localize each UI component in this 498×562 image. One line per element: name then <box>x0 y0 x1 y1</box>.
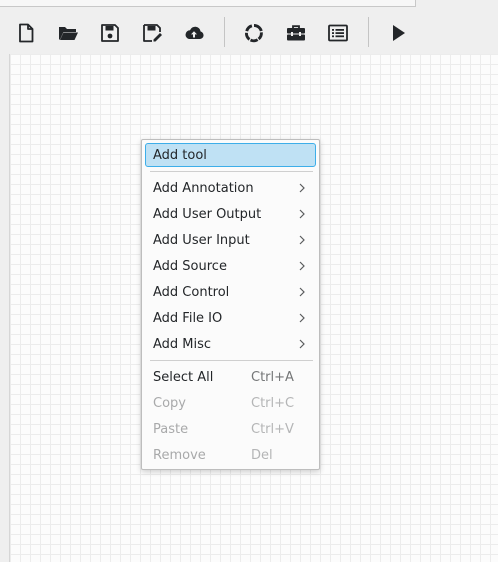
upload-button[interactable] <box>182 21 206 45</box>
tab-edge <box>0 0 416 7</box>
menu-item-label: Add User Output <box>153 206 262 222</box>
menu-item-add-file-io[interactable]: Add File IO <box>145 306 316 330</box>
menu-item-add-tool[interactable]: Add tool <box>145 143 316 167</box>
save-as-button[interactable] <box>140 21 164 45</box>
chevron-right-icon <box>299 287 305 297</box>
menu-item-label: Copy <box>153 395 186 411</box>
menu-item-remove[interactable]: Remove Del <box>145 443 316 467</box>
menu-item-add-control[interactable]: Add Control <box>145 280 316 304</box>
cloud-upload-icon <box>185 26 204 39</box>
menu-item-shortcut: Ctrl+A <box>251 369 294 385</box>
menu-item-shortcut: Ctrl+V <box>251 421 294 437</box>
menu-item-label: Add Control <box>153 284 230 300</box>
menu-item-select-all[interactable]: Select All Ctrl+A <box>145 365 316 389</box>
run-icon <box>393 25 405 41</box>
menu-item-paste[interactable]: Paste Ctrl+V <box>145 417 316 441</box>
menu-item-shortcut: Ctrl+C <box>251 395 295 411</box>
save-button[interactable] <box>98 21 122 45</box>
menu-separator <box>150 171 313 172</box>
chevron-right-icon <box>299 209 305 219</box>
list-icon <box>328 24 348 42</box>
chevron-right-icon <box>299 313 305 323</box>
chevron-right-icon <box>299 235 305 245</box>
menu-item-label: Select All <box>153 369 214 385</box>
chevron-right-icon <box>299 183 305 193</box>
menu-item-add-misc[interactable]: Add Misc <box>145 332 316 356</box>
menu-item-label: Paste <box>153 421 189 437</box>
menu-item-label: Add Misc <box>153 336 212 352</box>
loading-spinner-icon <box>244 23 263 43</box>
menu-item-label: Remove <box>153 447 206 463</box>
toolbox-button[interactable] <box>284 21 308 45</box>
chevron-right-icon <box>299 339 305 349</box>
menu-item-shortcut: Del <box>251 447 273 463</box>
menu-item-label: Add Source <box>153 258 227 274</box>
open-button[interactable] <box>56 21 80 45</box>
tab-strip <box>0 0 498 9</box>
menu-item-add-user-output[interactable]: Add User Output <box>145 202 316 226</box>
menu-item-add-annotation[interactable]: Add Annotation <box>145 176 316 200</box>
list-button[interactable] <box>326 21 350 45</box>
menu-item-add-user-input[interactable]: Add User Input <box>145 228 316 252</box>
new-file-icon <box>19 23 34 43</box>
save-as-icon <box>143 24 162 42</box>
progress-button[interactable] <box>242 21 266 45</box>
run-button[interactable] <box>386 21 410 45</box>
menu-item-add-source[interactable]: Add Source <box>145 254 316 278</box>
toolbar-separator <box>368 17 369 47</box>
save-icon <box>101 24 119 42</box>
menu-item-label: Add tool <box>153 147 207 163</box>
toolbar-separator <box>224 17 225 47</box>
menu-item-copy[interactable]: Copy Ctrl+C <box>145 391 316 415</box>
toolbar <box>0 9 498 54</box>
menu-item-label: Add User Input <box>153 232 250 248</box>
chevron-right-icon <box>299 261 305 271</box>
toolbox-icon <box>287 25 305 41</box>
menu-item-label: Add Annotation <box>153 180 254 196</box>
context-menu: Add tool Add Annotation Add User Output … <box>141 139 320 470</box>
new-file-button[interactable] <box>14 21 38 45</box>
menu-item-label: Add File IO <box>153 310 223 326</box>
menu-separator <box>150 360 313 361</box>
open-folder-icon <box>59 27 78 40</box>
